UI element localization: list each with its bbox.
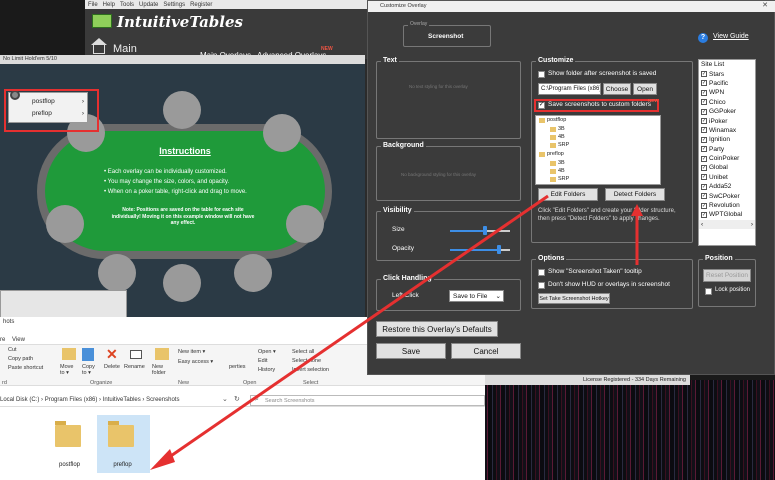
- annotation-arrow-line: [164, 194, 549, 462]
- annotation-arrows: [150, 194, 643, 470]
- annotation-arrowhead: [150, 449, 175, 470]
- annotation-arrowhead: [631, 204, 643, 216]
